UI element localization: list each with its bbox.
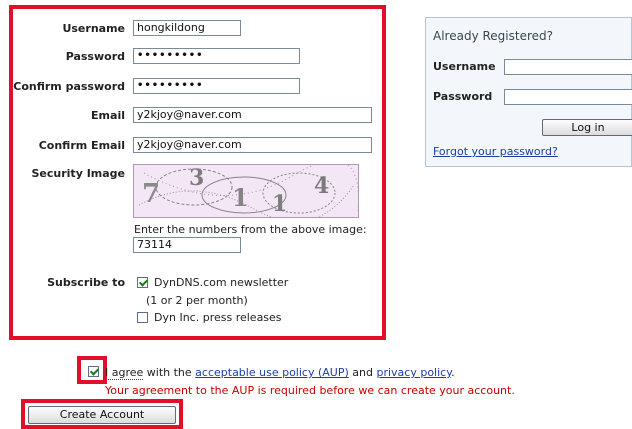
confirm-email-field[interactable]: y2kjoy@naver.com bbox=[133, 137, 372, 153]
captcha-digit: 4 bbox=[314, 173, 330, 199]
newsletter-label: DynDNS.com newsletter bbox=[154, 276, 289, 289]
login-panel: Already Registered? Username Password Lo… bbox=[425, 17, 632, 167]
password-field[interactable]: ••••••••• bbox=[133, 48, 300, 64]
captcha-digit: 7 bbox=[142, 179, 161, 209]
privacy-policy-link[interactable]: privacy policy bbox=[376, 366, 451, 379]
captcha-digit: 1 bbox=[232, 183, 249, 212]
newsletter-note: (1 or 2 per month) bbox=[146, 294, 248, 307]
login-password-label: Password bbox=[433, 90, 493, 103]
agreement-text: I agree with the acceptable use policy (… bbox=[105, 366, 455, 380]
security-image-label: Security Image bbox=[31, 167, 126, 180]
agreement-and-text: and bbox=[348, 366, 377, 379]
press-checkbox[interactable] bbox=[137, 312, 148, 323]
agreement-period: . bbox=[451, 366, 455, 379]
login-password-field[interactable] bbox=[504, 89, 632, 105]
confirm-password-label: Confirm password bbox=[13, 80, 125, 93]
password-label: Password bbox=[65, 50, 125, 63]
subscribe-label: Subscribe to bbox=[47, 276, 125, 289]
agreement-with-text: with the bbox=[143, 366, 196, 379]
agree-label[interactable]: I agree bbox=[105, 366, 144, 380]
press-label: Dyn Inc. press releases bbox=[154, 311, 282, 324]
email-field[interactable]: y2kjoy@naver.com bbox=[133, 107, 372, 123]
captcha-image: 7 3 1 1 4 bbox=[133, 164, 359, 218]
captcha-digit: 1 bbox=[272, 191, 288, 217]
username-label: Username bbox=[62, 22, 125, 35]
newsletter-checkbox[interactable] bbox=[137, 277, 148, 288]
login-panel-title: Already Registered? bbox=[433, 29, 553, 43]
confirm-email-label: Confirm Email bbox=[38, 139, 125, 152]
captcha-prompt: Enter the numbers from the above image: bbox=[134, 223, 367, 236]
agreement-warning: Your agreement to the AUP is required be… bbox=[105, 384, 515, 397]
username-field[interactable]: hongkildong bbox=[133, 20, 241, 36]
agree-checkbox[interactable] bbox=[88, 366, 99, 377]
captcha-digit: 3 bbox=[189, 165, 205, 191]
login-username-field[interactable] bbox=[504, 59, 632, 75]
email-label: Email bbox=[91, 109, 125, 122]
login-username-label: Username bbox=[433, 60, 496, 73]
login-button[interactable]: Log in bbox=[542, 119, 632, 136]
confirm-password-field[interactable]: ••••••••• bbox=[133, 78, 300, 94]
aup-link[interactable]: acceptable use policy (AUP) bbox=[195, 366, 349, 379]
create-account-button[interactable]: Create Account bbox=[28, 406, 176, 424]
captcha-field[interactable]: 73114 bbox=[133, 237, 241, 253]
forgot-password-link[interactable]: Forgot your password? bbox=[433, 145, 558, 158]
